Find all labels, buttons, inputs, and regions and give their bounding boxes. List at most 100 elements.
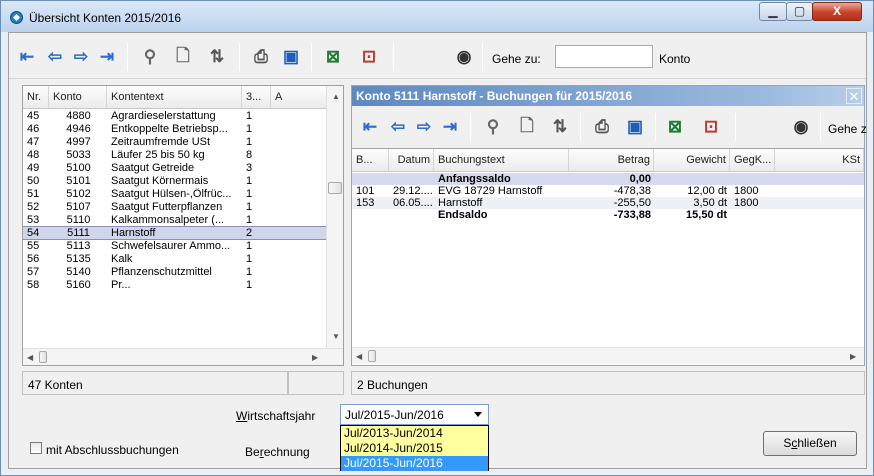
- scroll-down-icon[interactable]: ▼: [332, 332, 340, 341]
- accounts-vscroll[interactable]: ▲ ▼: [326, 86, 343, 348]
- bookings-hscroll[interactable]: ◀ ▶: [352, 347, 864, 364]
- cell-c3: 1: [246, 201, 253, 213]
- cell-text: Zeitraumfremde USt: [111, 136, 211, 148]
- next-record-icon[interactable]: ⇨: [71, 47, 91, 67]
- table-row[interactable]: 51 5102 Saatgut Hülsen-,Ölfrüc... 1: [23, 188, 327, 200]
- accounts-grid[interactable]: Nr. Konto Kontentext 3... A 45 4880 Agrard…: [22, 85, 344, 366]
- col-gegk[interactable]: GegK...: [730, 149, 775, 171]
- next-record-icon[interactable]: ⇨: [414, 117, 434, 137]
- table-row[interactable]: 57 5140 Pflanzenschutzmittel 1: [23, 266, 327, 278]
- col-kontentext[interactable]: Kontentext: [107, 86, 242, 108]
- pdf-export-icon[interactable]: ⊡: [359, 47, 379, 67]
- cell-nr: 46: [27, 123, 40, 135]
- table-row[interactable]: 56 5135 Kalk 1: [23, 253, 327, 265]
- goto-input[interactable]: [555, 45, 653, 68]
- cell-konto: 5113: [66, 240, 91, 252]
- chevron-down-icon[interactable]: [474, 412, 482, 417]
- abschluss-label[interactable]: mit Abschlussbuchungen: [46, 443, 179, 457]
- table-row[interactable]: 54 5111 Harnstoff 2: [23, 226, 328, 240]
- cell-gegk: [730, 173, 775, 185]
- wirtschaftsjahr-dropdown: Jul/2013-Jun/2014 Jul/2014-Jun/2015 Jul/…: [340, 425, 489, 471]
- scroll-right-icon[interactable]: ▶: [312, 353, 318, 362]
- table-row[interactable]: 153 06.05.... Harnstoff -255,50 3,50 dt 1800: [352, 197, 864, 209]
- scroll-up-icon[interactable]: ▲: [332, 92, 340, 101]
- accounts-hscroll[interactable]: ◀ ▶: [23, 348, 343, 365]
- title-bar[interactable]: Übersicht Konten 2015/2016 ▁ ▢ X: [1, 1, 873, 32]
- hscroll-thumb[interactable]: [39, 351, 47, 363]
- scroll-thumb[interactable]: [328, 182, 342, 194]
- abschluss-checkbox[interactable]: [30, 442, 42, 454]
- table-row[interactable]: 55 5113 Schwefelsaurer Ammo... 1: [23, 240, 327, 252]
- hscroll-thumb[interactable]: [368, 350, 376, 362]
- scroll-right-icon[interactable]: ▶: [850, 352, 856, 361]
- first-record-icon[interactable]: ⇤: [17, 47, 37, 67]
- table-row[interactable]: 45 4880 Agrardieselerstattung 1: [23, 110, 327, 122]
- accounts-status-cell: [288, 371, 344, 395]
- scroll-left-icon[interactable]: ◀: [356, 352, 362, 361]
- search-document-icon[interactable]: 🗋: [517, 116, 537, 137]
- dropdown-option[interactable]: Jul/2014-Jun/2015: [341, 441, 488, 456]
- cell-nr: 58: [27, 279, 40, 291]
- dropdown-option[interactable]: Jul/2013-Jun/2014: [341, 426, 488, 441]
- schliessen-button[interactable]: Schließen: [763, 431, 857, 456]
- cell-konto: 5111: [67, 227, 90, 239]
- search-document-icon[interactable]: 🗋: [173, 46, 193, 67]
- table-row[interactable]: 53 5110 Kalkammonsalpeter (... 1: [23, 214, 327, 226]
- close-icon[interactable]: ✕: [846, 88, 862, 104]
- save-icon[interactable]: ▣: [281, 47, 301, 67]
- table-row[interactable]: 47 4997 Zeitraumfremde USt 1: [23, 136, 327, 148]
- search-icon[interactable]: ⚲: [483, 117, 503, 137]
- minimize-button[interactable]: ▁: [759, 2, 787, 21]
- table-row[interactable]: 52 5107 Saatgut Futterpflanzen 1: [23, 201, 327, 213]
- print-icon[interactable]: ⎙: [251, 47, 271, 67]
- table-row[interactable]: Endsaldo -733,88 15,50 dt: [352, 209, 864, 221]
- excel-export-icon[interactable]: ⊠: [665, 117, 685, 137]
- bookings-grid[interactable]: B... Datum Buchungstext Betrag Gewicht G…: [352, 148, 864, 365]
- cell-b: [352, 173, 389, 185]
- previous-record-icon[interactable]: ⇦: [388, 117, 408, 137]
- cell-konto: 4946: [66, 123, 91, 135]
- excel-export-icon[interactable]: ⊠: [323, 47, 343, 67]
- cell-nr: 57: [27, 266, 40, 278]
- sort-icon[interactable]: ⇅: [207, 47, 227, 67]
- table-row[interactable]: 50 5101 Saatgut Körnermais 1: [23, 175, 327, 187]
- help-icon[interactable]: ◉: [454, 47, 474, 67]
- cell-nr: 55: [27, 240, 40, 252]
- help-icon[interactable]: ◉: [791, 117, 811, 137]
- previous-record-icon[interactable]: ⇦: [45, 47, 65, 67]
- close-window-button[interactable]: X: [812, 2, 862, 21]
- col-3[interactable]: 3...: [242, 86, 271, 108]
- cell-datum: [389, 209, 434, 221]
- pdf-export-icon[interactable]: ⊡: [701, 117, 721, 137]
- table-row[interactable]: 49 5100 Saatgut Getreide 3: [23, 162, 327, 174]
- table-row[interactable]: 48 5033 Läufer 25 bis 50 kg 8: [23, 149, 327, 161]
- wirtschaftsjahr-select[interactable]: Jul/2015-Jun/2016: [340, 404, 489, 425]
- col-betrag[interactable]: Betrag: [569, 149, 654, 171]
- search-icon[interactable]: ⚲: [140, 47, 160, 67]
- table-row[interactable]: 46 4946 Entkoppelte Betriebsp... 1: [23, 123, 327, 135]
- col-a[interactable]: A: [271, 86, 327, 108]
- table-row[interactable]: 58 5160 Pr... 1: [23, 279, 327, 291]
- col-nr[interactable]: Nr.: [23, 86, 49, 108]
- print-icon[interactable]: ⎙: [592, 117, 612, 137]
- cell-betrag: -733,88: [613, 209, 651, 221]
- cell-gewicht: 3,50 dt: [693, 197, 727, 209]
- col-datum[interactable]: Datum: [389, 149, 434, 171]
- col-konto[interactable]: Konto: [49, 86, 107, 108]
- table-row[interactable]: Anfangssaldo 0,00: [352, 173, 864, 185]
- sort-icon[interactable]: ⇅: [550, 117, 570, 137]
- scroll-left-icon[interactable]: ◀: [27, 353, 33, 362]
- col-gewicht[interactable]: Gewicht: [654, 149, 730, 171]
- maximize-button[interactable]: ▢: [786, 2, 813, 21]
- dropdown-option-selected[interactable]: Jul/2015-Jun/2016: [341, 456, 488, 471]
- last-record-icon[interactable]: ⇥: [97, 47, 117, 67]
- accounts-header: Nr. Konto Kontentext 3... A: [23, 86, 327, 109]
- col-b[interactable]: B...: [352, 149, 389, 171]
- cell-c3: 1: [246, 266, 253, 278]
- save-icon[interactable]: ▣: [625, 117, 645, 137]
- first-record-icon[interactable]: ⇤: [360, 117, 380, 137]
- table-row[interactable]: 101 29.12.... EVG 18729 Harnstoff -478,38 12…: [352, 185, 864, 197]
- col-buchungstext[interactable]: Buchungstext: [434, 149, 569, 171]
- last-record-icon[interactable]: ⇥: [440, 117, 460, 137]
- col-kst[interactable]: KSt: [775, 149, 864, 171]
